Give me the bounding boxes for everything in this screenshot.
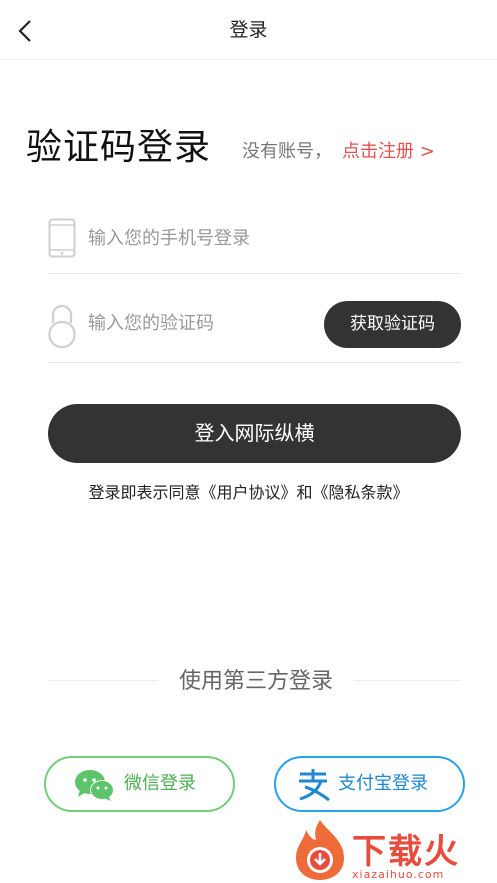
agreement-text: 登录即表示同意《用户协议》和《隐私条款》 <box>0 479 497 503</box>
code-input[interactable] <box>88 305 308 341</box>
wechat-login-label: 微信登录 <box>124 773 196 794</box>
login-heading: 验证码登录 <box>26 127 212 168</box>
navbar: 登录 <box>0 0 497 60</box>
watermark: 下载火 xiazaihuo.com <box>290 818 497 883</box>
wechat-login-button[interactable]: 微信登录 <box>44 756 235 812</box>
watermark-subtext: xiazaihuo.com <box>352 868 445 881</box>
lock-icon <box>48 304 76 349</box>
third-party-label: 使用第三方登录 <box>158 663 354 695</box>
get-code-button[interactable]: 获取验证码 <box>324 301 461 348</box>
watermark-text: 下载火 <box>352 832 460 872</box>
phone-input[interactable] <box>88 220 348 256</box>
no-account-text: 没有账号， <box>242 141 332 162</box>
code-row: 获取验证码 <box>48 293 461 363</box>
page-title: 登录 <box>229 19 268 41</box>
agreement-and: 和 <box>296 483 313 502</box>
agreement-prefix: 登录即表示同意 <box>88 483 201 502</box>
phone-row <box>48 204 461 274</box>
wechat-icon <box>75 770 114 801</box>
alipay-icon <box>299 769 330 802</box>
alipay-login-label: 支付宝登录 <box>338 773 428 794</box>
phone-icon <box>48 218 76 258</box>
register-link[interactable]: 点击注册 > <box>342 137 435 163</box>
alipay-login-button[interactable]: 支付宝登录 <box>274 756 465 812</box>
privacy-link[interactable]: 《隐私条款》 <box>313 483 409 502</box>
login-button[interactable]: 登入网际纵横 <box>48 404 461 463</box>
flame-logo-icon <box>296 820 344 880</box>
user-agreement-link[interactable]: 《用户协议》 <box>200 483 296 502</box>
